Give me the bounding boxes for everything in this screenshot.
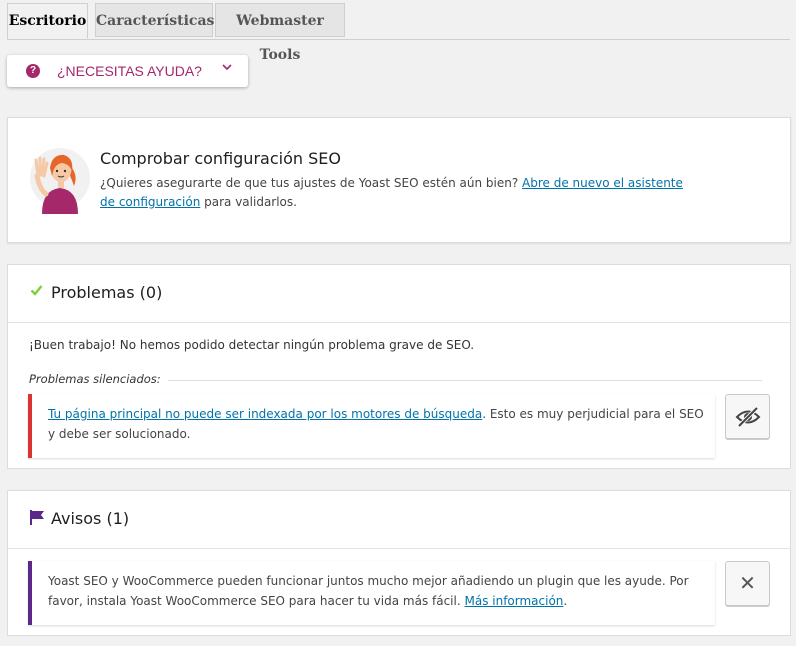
help-label: ¿NECESITAS AYUDA?	[57, 63, 202, 79]
problems-header: Problemas (0)	[8, 265, 790, 323]
help-button[interactable]: ? ¿NECESITAS AYUDA?	[7, 55, 248, 87]
warnings-header: Avisos (1)	[8, 491, 790, 549]
flag-icon	[30, 510, 44, 525]
config-title: Comprobar configuración SEO	[100, 149, 341, 168]
warnings-card: Avisos (1) Yoast SEO y WooCommerce puede…	[7, 490, 791, 636]
tab-escritorio[interactable]: Escritorio	[7, 3, 88, 39]
config-description: ¿Quieres asegurarte de que tus ajustes d…	[100, 176, 683, 209]
checkmark-icon	[30, 284, 43, 300]
warnings-title: Avisos (1)	[51, 509, 130, 528]
silenced-problem-notice: Tu página principal no puede ser indexad…	[28, 394, 715, 458]
tab-bar: Escritorio Características Webmaster Too…	[7, 3, 790, 63]
problems-title: Problemas (0)	[51, 283, 163, 302]
dismiss-warning-button[interactable]: ✕	[725, 561, 770, 606]
chevron-down-icon	[221, 61, 233, 76]
tab-caracteristicas[interactable]: Características	[95, 3, 214, 37]
configuration-card: Comprobar configuración SEO ¿Quieres ase…	[7, 117, 791, 243]
no-problems-message: ¡Buen trabajo! No hemos podido detectar …	[29, 338, 475, 352]
unhide-problem-button[interactable]	[725, 394, 770, 439]
indexing-problem-link[interactable]: Tu página principal no puede ser indexad…	[48, 407, 482, 421]
tab-webmaster-tools[interactable]: Webmaster Tools	[215, 3, 345, 63]
divider	[168, 380, 762, 381]
warning-notice: Yoast SEO y WooCommerce pueden funcionar…	[28, 561, 715, 625]
silenced-problems-label: Problemas silenciados:	[29, 372, 161, 386]
yoast-avatar-illustration	[30, 148, 90, 214]
more-info-link[interactable]: Más información	[464, 594, 563, 608]
eye-hidden-icon	[735, 406, 761, 428]
problems-card: Problemas (0) ¡Buen trabajo! No hemos po…	[7, 264, 791, 469]
close-icon: ✕	[739, 571, 756, 595]
question-circle-icon: ?	[26, 64, 40, 78]
